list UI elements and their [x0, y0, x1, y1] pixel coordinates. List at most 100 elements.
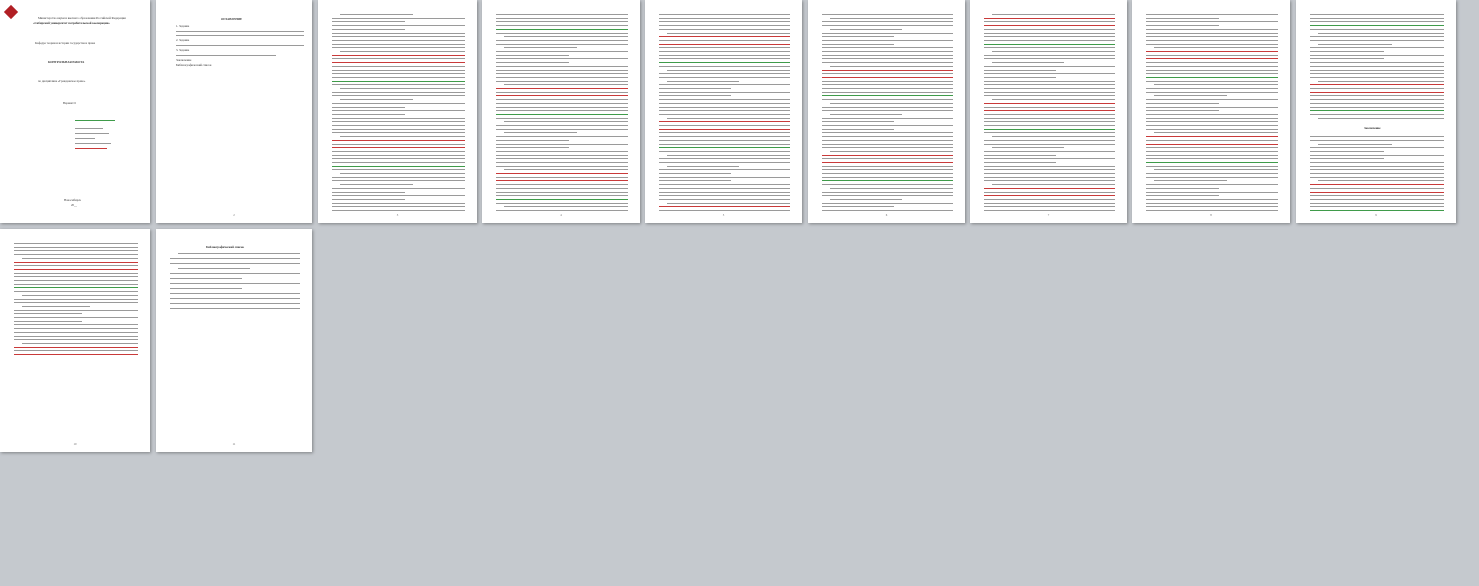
text-line	[659, 55, 790, 56]
text-line	[14, 336, 138, 337]
text-line	[332, 125, 465, 126]
text-line	[822, 77, 953, 78]
text-line	[332, 147, 465, 148]
page-6[interactable]: 6	[808, 0, 965, 223]
text-line	[1146, 199, 1278, 200]
text-line	[1310, 184, 1444, 185]
text-line	[659, 51, 790, 52]
text-line	[496, 144, 628, 145]
text-line	[332, 121, 465, 122]
student-line	[75, 120, 115, 121]
text-line	[496, 173, 628, 174]
text-line	[1146, 81, 1278, 82]
text-line	[170, 278, 242, 279]
text-line	[984, 158, 1115, 159]
page-9-conclusion[interactable]: Заключение 9	[1296, 0, 1456, 223]
text-line	[332, 166, 465, 167]
text-line	[332, 206, 465, 207]
toc-heading: ОГЛАВЛЕНИЕ	[221, 17, 242, 21]
text-line	[984, 47, 1115, 48]
text-line	[984, 192, 1115, 193]
text-line	[830, 199, 902, 200]
page-3[interactable]: 3	[318, 0, 477, 223]
text-line	[14, 310, 138, 311]
text-line	[1146, 177, 1278, 178]
text-line	[14, 321, 82, 322]
text-line	[1146, 166, 1278, 167]
text-line	[332, 188, 465, 189]
text-line	[667, 118, 790, 119]
text-line	[1310, 140, 1444, 141]
text-line	[822, 107, 953, 108]
text-line	[659, 188, 790, 189]
year-text: 20__	[71, 203, 77, 207]
text-line	[1318, 33, 1444, 34]
text-line	[984, 29, 1115, 30]
text-line	[992, 184, 1115, 185]
text-line	[496, 136, 628, 137]
text-line	[1310, 173, 1444, 174]
text-line	[992, 51, 1115, 52]
text-line	[496, 21, 628, 22]
text-line	[1146, 58, 1278, 59]
text-line	[984, 125, 1115, 126]
text-line	[659, 162, 790, 163]
text-line	[659, 95, 731, 96]
text-line	[14, 269, 138, 270]
text-line	[659, 110, 790, 111]
text-line	[822, 125, 953, 126]
text-line	[1146, 192, 1278, 193]
text-line	[1310, 107, 1444, 108]
text-line	[984, 114, 1115, 115]
text-line	[984, 18, 1115, 19]
page-7[interactable]: 7	[970, 0, 1127, 223]
text-line	[14, 273, 138, 274]
text-line	[822, 155, 953, 156]
text-line	[984, 21, 1115, 22]
text-line	[667, 81, 739, 82]
text-line	[496, 55, 569, 56]
text-line	[340, 184, 413, 185]
text-line	[332, 203, 465, 204]
page-11-references[interactable]: Библиографический список 11	[156, 229, 312, 452]
text-line	[332, 129, 465, 130]
page-10[interactable]: 10	[0, 229, 150, 452]
text-line	[659, 173, 731, 174]
text-line	[1146, 118, 1278, 119]
page-5[interactable]: 5	[645, 0, 802, 223]
text-line	[659, 36, 790, 37]
text-line	[1310, 195, 1444, 196]
text-line	[1318, 44, 1392, 45]
text-line	[822, 173, 953, 174]
text-line	[659, 84, 790, 85]
text-line	[1146, 21, 1278, 22]
text-line	[1146, 203, 1278, 204]
text-line	[984, 199, 1115, 200]
text-line	[504, 169, 628, 170]
text-line	[1310, 169, 1444, 170]
text-line	[1310, 92, 1444, 93]
text-line	[340, 173, 465, 174]
text-line	[1310, 51, 1384, 52]
text-line	[1310, 58, 1384, 59]
text-line	[659, 66, 790, 67]
text-line	[659, 199, 790, 200]
text-line	[1146, 125, 1278, 126]
text-line	[332, 210, 465, 211]
page-number: 10	[73, 442, 77, 446]
text-line	[170, 308, 300, 309]
text-line	[332, 162, 465, 163]
page-4[interactable]: 4	[482, 0, 640, 223]
text-line	[496, 155, 628, 156]
text-line	[984, 155, 1056, 156]
text-line	[1310, 192, 1444, 193]
text-line	[496, 129, 628, 130]
page-8[interactable]: 8	[1132, 0, 1290, 223]
text-line	[1310, 29, 1444, 30]
text-line	[14, 247, 138, 248]
text-line	[659, 47, 790, 48]
page-1-title[interactable]: Министерство науки и высшего образования…	[0, 0, 150, 223]
text-line	[496, 58, 628, 59]
text-line	[1146, 88, 1278, 89]
page-2-toc[interactable]: ОГЛАВЛЕНИЕ 1. Задание 2. Задание 3. Зада…	[156, 0, 312, 223]
